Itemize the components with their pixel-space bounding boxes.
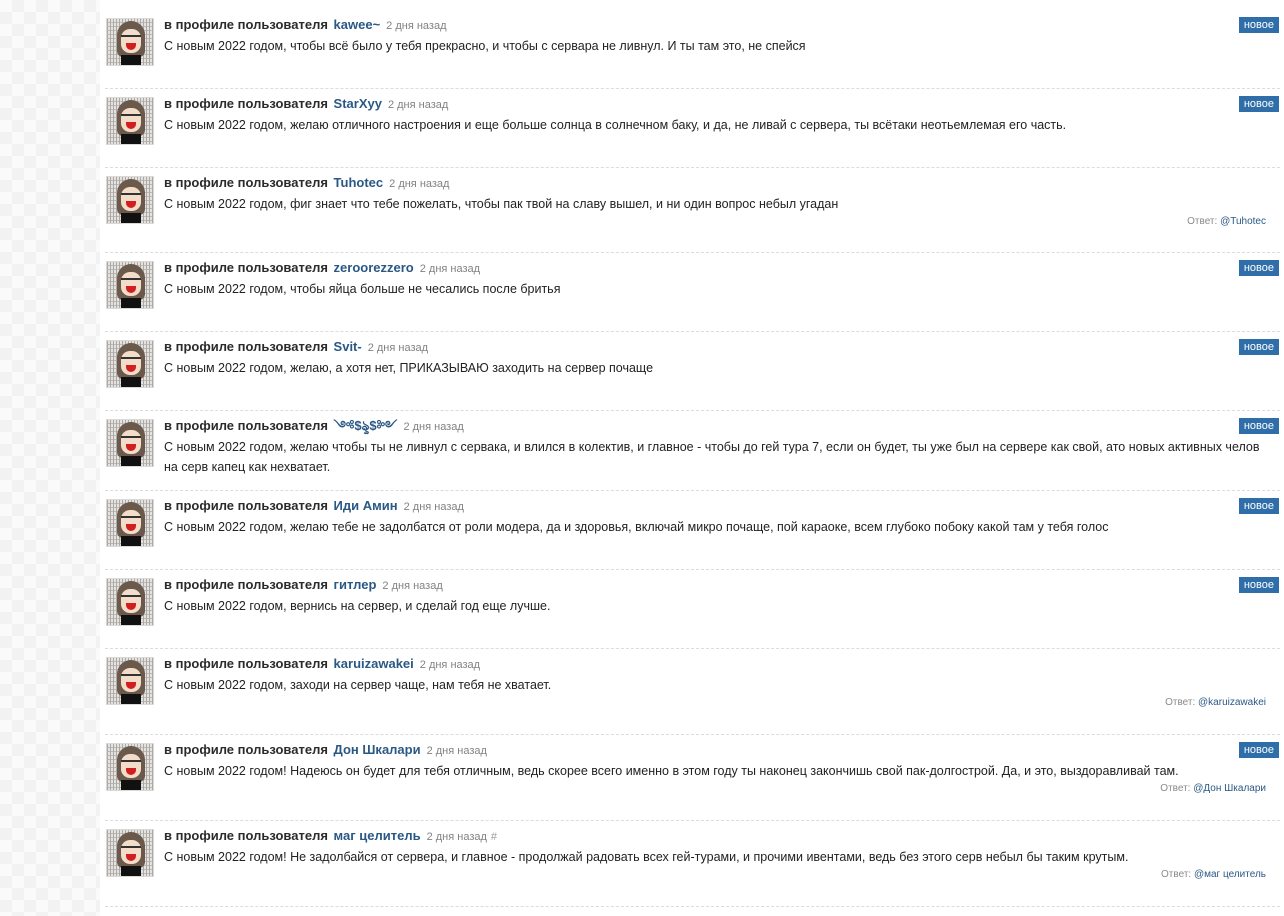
comment-text: С новым 2022 годом, желаю, а хотя нет, П… [164,361,654,375]
reply-label: Ответ: [1187,216,1218,227]
reply-label: Ответ: [1165,697,1196,708]
item-prefix: в профиле пользователя [164,260,328,275]
feed-item: в профиле пользователя Дон Шкалари 2 дня … [105,735,1280,821]
user-link[interactable]: kawee~ [334,17,381,32]
new-badge: новое [1238,418,1279,434]
timestamp[interactable]: 2 дня назад [388,99,448,111]
user-link[interactable]: Иди Амин [334,498,398,513]
new-badge: новое [1238,498,1279,514]
comment-text: С новым 2022 годом! Надеюсь он будет для… [164,764,1179,778]
reply-label: Ответ: [1161,869,1192,880]
user-link[interactable]: StarXyy [334,96,382,111]
reply-line: Ответ: @Tuhotec [164,216,1280,227]
comment-text: С новым 2022 годом, заходи на сервер чащ… [164,678,552,692]
item-prefix: в профиле пользователя [164,742,328,757]
avatar[interactable] [106,97,154,145]
comment-text: С новым 2022 годом, чтобы яйца больше не… [164,282,561,296]
feed-item: в профиле пользователя zeroorezzero 2 дня… [105,253,1280,332]
reply-link[interactable]: @karuizawakei [1198,697,1266,708]
page-background-pattern [0,0,100,916]
comment-text: С новым 2022 годом! Не задолбайся от сер… [164,850,1129,864]
reply-line: Ответ: @маг целитель [164,869,1280,880]
user-link[interactable]: Дон Шкалари [334,742,421,757]
feed-item: в профиле пользователя StarXyy 2 дня наза… [105,89,1280,168]
timestamp[interactable]: 2 дня назад [427,831,487,843]
feed-item: в профиле пользователя Tuhotec 2 дня наза… [105,168,1280,253]
item-prefix: в профиле пользователя [164,656,328,671]
timestamp[interactable]: 2 дня назад [386,20,446,32]
item-prefix: в профиле пользователя [164,577,328,592]
comment-text: С новым 2022 годом, желаю чтобы ты не ли… [164,440,1260,474]
new-badge: новое [1238,339,1279,355]
user-link[interactable]: Svit- [334,339,362,354]
user-link[interactable]: маг целитель [334,828,421,843]
timestamp[interactable]: 2 дня назад [368,342,428,354]
item-prefix: в профиле пользователя [164,828,328,843]
feed-item: в профиле пользователя kawee~ 2 дня назад… [105,10,1280,89]
comment-text: С новым 2022 годом, желаю отличного наст… [164,118,1067,132]
user-link[interactable]: zeroorezzero [334,260,414,275]
avatar[interactable] [106,419,154,467]
reply-line: Ответ: @Дон Шкалари [164,783,1280,794]
feed-item: в профиле пользователя ༺$ৡ$༻ 2 дня назад … [105,411,1280,491]
user-link[interactable]: karuizawakei [334,656,414,671]
reply-link[interactable]: @Tuhotec [1220,216,1266,227]
user-link[interactable]: гитлер [334,577,377,592]
comment-text: С новым 2022 годом, фиг знает что тебе п… [164,197,839,211]
reply-line: Ответ: @karuizawakei [164,697,1280,708]
feed-item: в профиле пользователя гитлер 2 дня назад… [105,570,1280,649]
avatar[interactable] [106,499,154,547]
notification-feed: в профиле пользователя kawee~ 2 дня назад… [105,10,1280,907]
item-prefix: в профиле пользователя [164,175,328,190]
item-prefix: в профиле пользователя [164,418,328,433]
reply-link[interactable]: @Дон Шкалари [1193,783,1266,794]
feed-item: в профиле пользователя Иди Амин 2 дня наз… [105,491,1280,570]
avatar[interactable] [106,18,154,66]
item-prefix: в профиле пользователя [164,498,328,513]
avatar[interactable] [106,743,154,791]
new-badge: новое [1238,17,1279,33]
user-link[interactable]: Tuhotec [334,175,384,190]
comment-text: С новым 2022 годом, желаю тебе не задолб… [164,520,1109,534]
timestamp[interactable]: 2 дня назад [389,178,449,190]
avatar[interactable] [106,340,154,388]
new-badge: новое [1238,260,1279,276]
timestamp[interactable]: 2 дня назад [427,745,487,757]
comment-text: С новым 2022 годом, вернись на сервер, и… [164,599,551,613]
item-prefix: в профиле пользователя [164,339,328,354]
new-badge: новое [1238,742,1279,758]
timestamp[interactable]: 2 дня назад [404,501,464,513]
reply-link[interactable]: @маг целитель [1194,869,1266,880]
timestamp[interactable]: 2 дня назад [382,580,442,592]
item-prefix: в профиле пользователя [164,96,328,111]
timestamp[interactable]: 2 дня назад [420,659,480,671]
timestamp[interactable]: 2 дня назад [420,263,480,275]
comment-text: С новым 2022 годом, чтобы всё было у теб… [164,39,806,53]
new-badge: новое [1238,577,1279,593]
timestamp[interactable]: 2 дня назад [403,421,463,433]
item-prefix: в профиле пользователя [164,17,328,32]
avatar[interactable] [106,261,154,309]
reply-label: Ответ: [1160,783,1191,794]
feed-item: в профиле пользователя karuizawakei 2 дня… [105,649,1280,735]
avatar[interactable] [106,578,154,626]
avatar[interactable] [106,176,154,224]
new-badge: новое [1238,96,1279,112]
avatar[interactable] [106,829,154,877]
user-link[interactable]: ༺$ৡ$༻ [334,418,398,433]
feed-item: в профиле пользователя Svit- 2 дня назад … [105,332,1280,411]
avatar[interactable] [106,657,154,705]
feed-item: в профиле пользователя маг целитель 2 дня… [105,821,1280,907]
permalink-hash[interactable]: # [491,831,497,843]
